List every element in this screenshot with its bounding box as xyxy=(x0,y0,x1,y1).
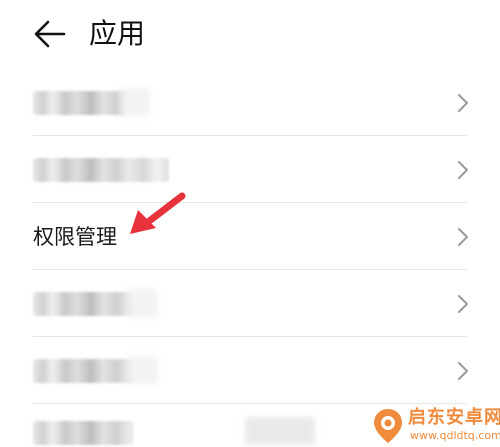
list-item-obscured-4[interactable] xyxy=(0,271,500,337)
list-item-obscured-1[interactable] xyxy=(0,70,500,136)
list-item-permission-management[interactable]: 权限管理 xyxy=(0,204,500,270)
chevron-right-icon xyxy=(458,362,468,380)
obscured-label xyxy=(33,359,133,383)
list-item-label: 权限管理 xyxy=(33,225,117,249)
list-item-obscured-2[interactable] xyxy=(0,137,500,203)
obscured-label xyxy=(33,91,125,115)
chevron-right-icon xyxy=(458,295,468,313)
divider xyxy=(33,403,467,404)
page-title: 应用 xyxy=(89,17,146,50)
list-item-obscured-6[interactable] xyxy=(0,405,500,447)
obscured-label xyxy=(245,417,315,445)
back-button[interactable] xyxy=(30,14,70,54)
divider xyxy=(33,135,467,136)
chevron-right-icon xyxy=(458,161,468,179)
divider xyxy=(33,269,467,270)
obscured-label xyxy=(128,356,158,384)
divider xyxy=(33,202,467,203)
chevron-right-icon xyxy=(458,94,468,112)
app-header: 应用 xyxy=(0,0,500,68)
list-item-obscured-5[interactable] xyxy=(0,338,500,404)
chevron-right-icon xyxy=(458,228,468,246)
obscured-label xyxy=(33,421,133,445)
arrow-left-icon xyxy=(34,20,66,48)
obscured-label xyxy=(33,158,169,182)
divider xyxy=(33,336,467,337)
obscured-label xyxy=(33,292,133,316)
obscured-label xyxy=(128,289,158,317)
obscured-label xyxy=(120,88,150,116)
